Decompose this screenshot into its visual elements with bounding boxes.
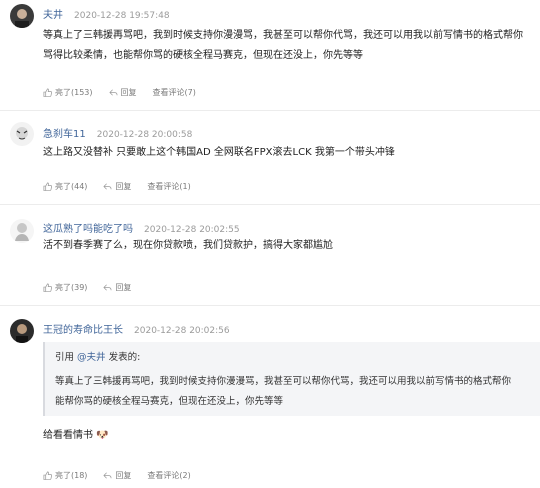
username[interactable]: 夫井	[43, 10, 63, 21]
reply-arrow-icon	[103, 284, 112, 291]
like-count: 亮了(153)	[55, 88, 93, 97]
quote-line: 等真上了三韩援再骂吧，我到时候支持你漫漫骂，我甚至可以帮你代骂，我还可以用我以前…	[55, 376, 512, 387]
thumb-up-icon	[43, 471, 52, 480]
comment-actions: 亮了(39) 回复	[43, 282, 147, 293]
like-count: 亮了(18)	[55, 471, 88, 480]
quote-suffix: 发表的:	[105, 352, 141, 363]
avatar[interactable]	[10, 4, 34, 28]
like-button[interactable]: 亮了(153)	[43, 87, 93, 98]
comment-text: 活不到春季赛了么，现在你贷款喷，我们贷款护，搞得大家都尴尬	[43, 236, 534, 256]
quote-mention[interactable]: @夫井	[77, 352, 106, 363]
username[interactable]: 王冠的寿命比王长	[43, 325, 123, 336]
like-count: 亮了(44)	[55, 182, 88, 191]
divider	[0, 204, 540, 205]
reply-button[interactable]: 回复	[108, 87, 137, 98]
quote-prefix: 引用	[55, 352, 78, 363]
like-button[interactable]: 亮了(44)	[43, 181, 87, 192]
comment-actions: 亮了(44) 回复 查看评论(1)	[43, 181, 207, 192]
reply-arrow-icon	[103, 472, 112, 479]
quote-line: 能帮你骂的硬核全程马赛克，但现在还没上，你先等等	[55, 396, 284, 407]
view-comments-link[interactable]: 查看评论(7)	[153, 87, 196, 98]
text-line: 骂得比较柔情，也能帮你骂的硬核全程马赛克，但现在还没上，你先等等	[43, 50, 363, 61]
comment-time: 2020-12-28 20:02:56	[134, 326, 230, 336]
thumb-up-icon	[43, 283, 52, 292]
reply-label: 回复	[115, 283, 132, 292]
comment-text: 这上路又没替补 只要敢上这个韩国AD 全网联名FPX滚去LCK 我第一个带头冲锋	[43, 143, 534, 163]
avatar[interactable]	[10, 319, 34, 343]
divider	[0, 110, 540, 111]
divider	[0, 305, 540, 306]
like-button[interactable]: 亮了(18)	[43, 470, 87, 481]
reply-label: 回复	[115, 182, 132, 191]
comment-text: 等真上了三韩援再骂吧，我到时候支持你漫漫骂，我甚至可以帮你代骂，我还可以用我以前…	[43, 26, 534, 66]
text-line: 给看看情书 🐶	[43, 430, 109, 441]
comment-actions: 亮了(18) 回复 查看评论(2)	[43, 470, 207, 481]
text-line: 活不到春季赛了么，现在你贷款喷，我们贷款护，搞得大家都尴尬	[43, 240, 333, 251]
thumb-up-icon	[43, 182, 52, 191]
like-button[interactable]: 亮了(39)	[43, 282, 87, 293]
username[interactable]: 这瓜熟了吗能吃了吗	[43, 224, 133, 235]
reply-button[interactable]: 回复	[103, 181, 131, 192]
comment-time: 2020-12-28 20:02:55	[144, 225, 240, 235]
reply-label: 回复	[120, 88, 137, 97]
view-comments-link[interactable]: 查看评论(1)	[147, 181, 190, 192]
text-line: 等真上了三韩援再骂吧，我到时候支持你漫漫骂，我甚至可以帮你代骂，我还可以用我以前…	[43, 30, 523, 41]
avatar[interactable]	[10, 219, 34, 243]
reply-arrow-icon	[103, 183, 112, 190]
thumb-up-icon	[43, 88, 52, 97]
comment-text: 给看看情书 🐶	[43, 426, 534, 446]
username[interactable]: 急刹车11	[43, 129, 86, 140]
text-line: 这上路又没替补 只要敢上这个韩国AD 全网联名FPX滚去LCK 我第一个带头冲锋	[43, 147, 395, 158]
quote-header: 引用 @夫井 发表的:	[55, 348, 540, 368]
reply-label: 回复	[115, 471, 132, 480]
view-comments-link[interactable]: 查看评论(2)	[147, 470, 190, 481]
reply-arrow-icon	[108, 89, 117, 96]
comment-actions: 亮了(153) 回复 查看评论(7)	[43, 87, 212, 98]
reply-button[interactable]: 回复	[103, 470, 131, 481]
reply-button[interactable]: 回复	[103, 282, 131, 293]
avatar[interactable]	[10, 122, 34, 146]
quoted-comment: 引用 @夫井 发表的: 等真上了三韩援再骂吧，我到时候支持你漫漫骂，我甚至可以帮…	[43, 342, 540, 416]
like-count: 亮了(39)	[55, 283, 88, 292]
comment-time: 2020-12-28 19:57:48	[74, 11, 170, 21]
comment-time: 2020-12-28 20:00:58	[96, 130, 193, 140]
